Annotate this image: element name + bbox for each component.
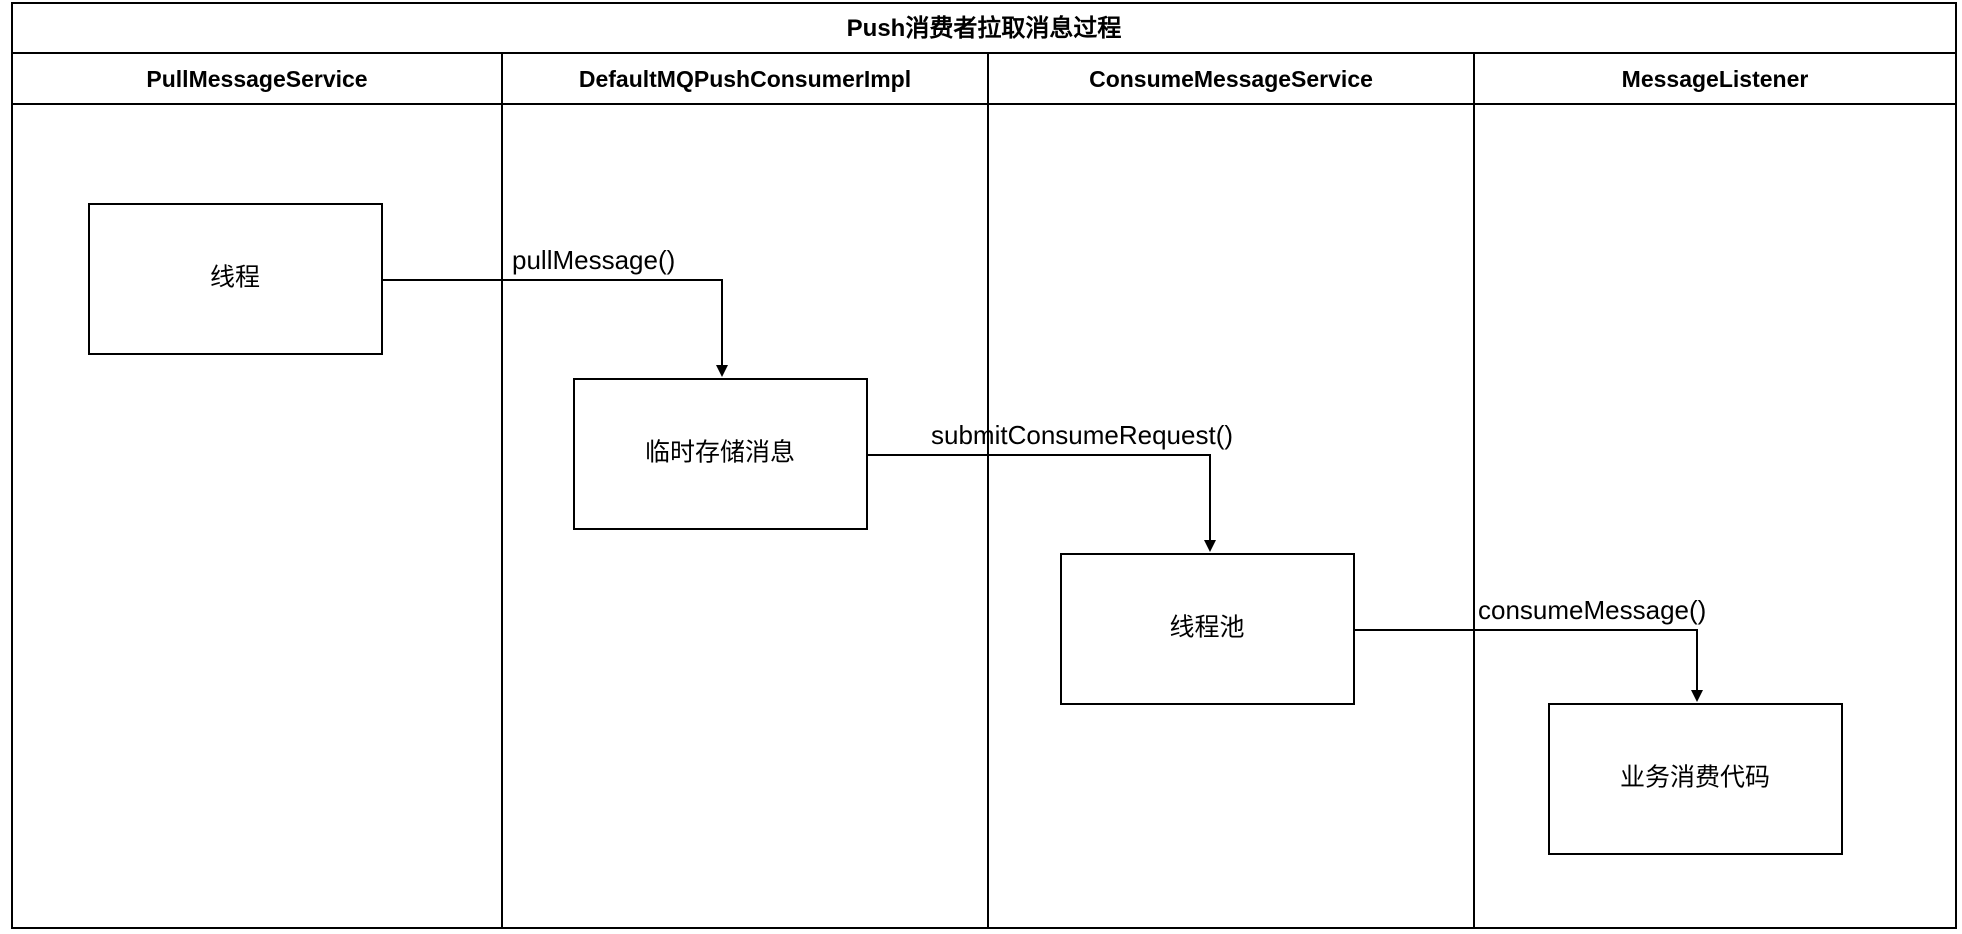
- edge-label-consume-message: consumeMessage(): [1478, 595, 1706, 625]
- node-thread-pool-label: 线程池: [1169, 614, 1244, 642]
- node-temp-storage-label: 临时存储消息: [645, 439, 795, 467]
- swimlane-diagram: Push消费者拉取消息过程 PullMessageService Default…: [11, 2, 1957, 929]
- lane-header-default-mq-push-consumer-impl: DefaultMQPushConsumerImpl: [579, 66, 911, 92]
- lane-header-consume-message-service: ConsumeMessageService: [1089, 66, 1373, 92]
- node-business-code-label: 业务消费代码: [1620, 764, 1770, 792]
- edge-label-pull-message: pullMessage(): [512, 245, 675, 275]
- lane-header-pull-message-service: PullMessageService: [146, 66, 367, 92]
- diagram-title: Push消费者拉取消息过程: [847, 14, 1122, 42]
- node-thread-label: 线程: [210, 264, 260, 292]
- edge-label-submit-consume-request: submitConsumeRequest(): [931, 420, 1233, 450]
- lane-header-message-listener: MessageListener: [1622, 66, 1809, 92]
